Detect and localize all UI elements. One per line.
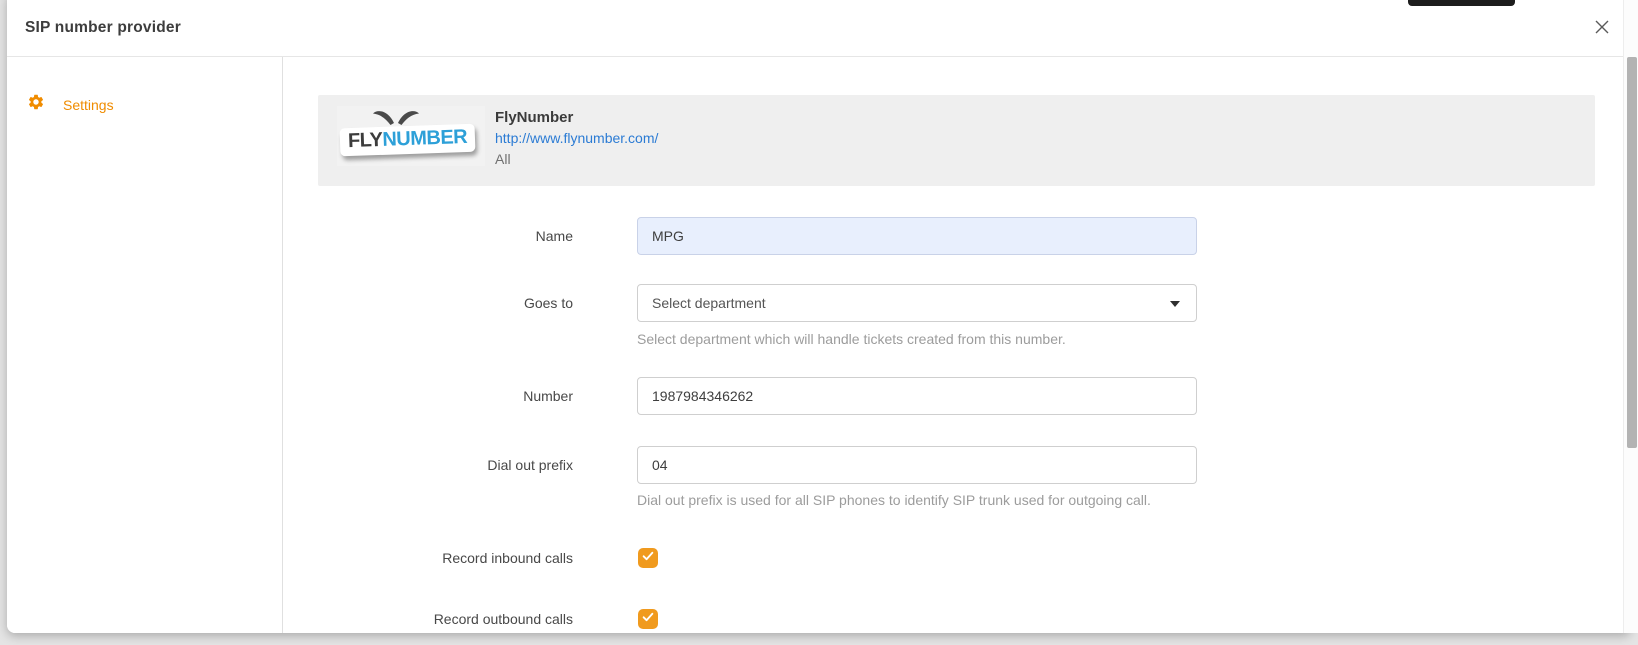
record-outbound-checkbox[interactable] bbox=[638, 609, 658, 629]
flynumber-wordmark: FLYNUMBER bbox=[340, 124, 476, 157]
provider-name: FlyNumber bbox=[495, 107, 658, 128]
chevron-down-icon bbox=[1170, 301, 1180, 307]
settings-panel: FLYNUMBER FlyNumber http://www.flynumber… bbox=[283, 57, 1624, 633]
provider-url-link[interactable]: http://www.flynumber.com/ bbox=[495, 128, 658, 149]
dial-out-prefix-label: Dial out prefix bbox=[300, 457, 573, 473]
dial-out-prefix-help: Dial out prefix is used for all SIP phon… bbox=[637, 492, 1151, 508]
provider-scope: All bbox=[495, 149, 658, 170]
name-label: Name bbox=[300, 228, 573, 244]
department-select-value: Select department bbox=[652, 295, 766, 311]
provider-card: FLYNUMBER FlyNumber http://www.flynumber… bbox=[318, 95, 1595, 186]
gear-icon bbox=[27, 93, 45, 116]
goes-to-help: Select department which will handle tick… bbox=[637, 331, 1066, 347]
dialog-sidebar: Settings bbox=[7, 57, 283, 633]
dialog-title: SIP number provider bbox=[25, 19, 181, 37]
check-icon bbox=[641, 549, 655, 568]
record-inbound-label: Record inbound calls bbox=[300, 550, 573, 566]
name-input[interactable] bbox=[637, 217, 1197, 255]
close-icon bbox=[1595, 20, 1609, 37]
scrollbar-thumb[interactable] bbox=[1627, 57, 1637, 448]
number-input[interactable] bbox=[637, 377, 1197, 415]
flynumber-logo: FLYNUMBER bbox=[337, 106, 485, 166]
sip-provider-dialog: SIP number provider Settings bbox=[7, 0, 1631, 633]
tooltip-remnant bbox=[1408, 0, 1515, 6]
sidebar-item-label: Settings bbox=[63, 97, 114, 113]
check-icon bbox=[641, 610, 655, 629]
provider-meta: FlyNumber http://www.flynumber.com/ All bbox=[495, 107, 658, 170]
number-label: Number bbox=[300, 388, 573, 404]
dialog-header: SIP number provider bbox=[7, 0, 1631, 57]
record-outbound-label: Record outbound calls bbox=[300, 611, 573, 627]
sidebar-item-settings[interactable]: Settings bbox=[7, 57, 282, 116]
dial-out-prefix-input[interactable] bbox=[637, 446, 1197, 484]
close-button[interactable] bbox=[1591, 17, 1613, 39]
department-select[interactable]: Select department bbox=[637, 284, 1197, 322]
goes-to-label: Goes to bbox=[300, 295, 573, 311]
record-inbound-checkbox[interactable] bbox=[638, 548, 658, 568]
